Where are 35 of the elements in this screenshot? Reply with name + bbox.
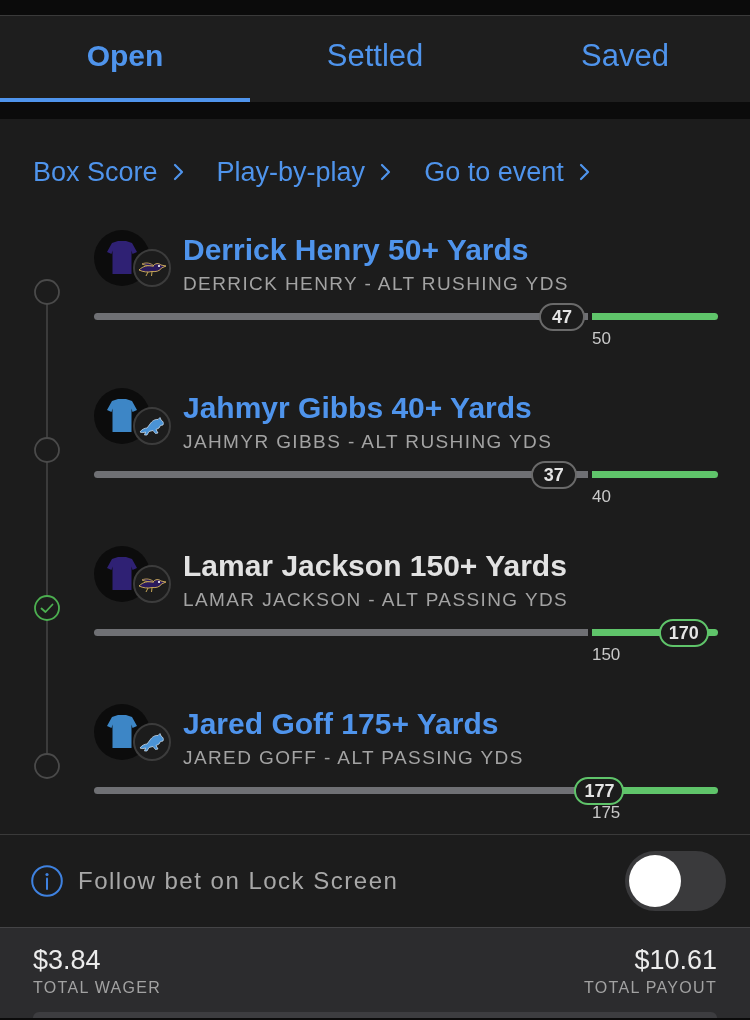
- leg-title: Jared Goff 175+ Yards: [183, 708, 500, 740]
- leg-subtitle: LAMAR JACKSON - ALT PASSING YDS: [183, 588, 569, 612]
- tab[interactable]: Open: [0, 16, 250, 102]
- tab[interactable]: Saved: [500, 16, 750, 102]
- nav-link[interactable]: Play-by-play: [216, 157, 392, 187]
- leg-title: Lamar Jackson 150+ Yards: [183, 550, 568, 582]
- nav-link[interactable]: Go to event: [424, 157, 590, 187]
- bird-logo-icon: [133, 565, 171, 603]
- bird-logo-icon: [133, 249, 171, 287]
- target-value: 150: [591, 646, 621, 664]
- total-amount: $3.84: [33, 945, 102, 975]
- info-icon[interactable]: [31, 865, 63, 897]
- target-value: 40: [591, 488, 611, 506]
- progress-marker: 177: [574, 776, 625, 805]
- progress-marker: 47: [539, 302, 585, 331]
- chevron-right-icon: [578, 163, 590, 181]
- tab[interactable]: Settled: [250, 16, 500, 102]
- leg-title: Derrick Henry 50+ Yards: [183, 234, 530, 266]
- leg-subtitle: JARED GOFF - ALT PASSING YDS: [183, 746, 524, 770]
- leg-subtitle: DERRICK HENRY - ALT RUSHING YDS: [183, 272, 569, 296]
- chevron-right-icon: [380, 163, 392, 181]
- target-value: 50: [591, 330, 611, 348]
- leaping-animal-logo-icon: [133, 723, 171, 761]
- total-amount: $10.61: [633, 945, 717, 975]
- chevron-right-icon: [172, 163, 184, 181]
- leaping-animal-logo-icon: [133, 407, 171, 445]
- lock-screen-label: Follow bet on Lock Screen: [78, 866, 399, 896]
- leg-title: Jahmyr Gibbs 40+ Yards: [183, 392, 533, 424]
- nav-link[interactable]: Box Score: [33, 157, 184, 187]
- total-label: TOTAL WAGER: [33, 978, 162, 998]
- total-label: TOTAL PAYOUT: [584, 978, 717, 998]
- progress-marker: 170: [658, 618, 709, 647]
- progress-marker: 37: [530, 460, 577, 489]
- leg-subtitle: JAHMYR GIBBS - ALT RUSHING YDS: [183, 430, 553, 454]
- target-value: 175: [591, 804, 621, 822]
